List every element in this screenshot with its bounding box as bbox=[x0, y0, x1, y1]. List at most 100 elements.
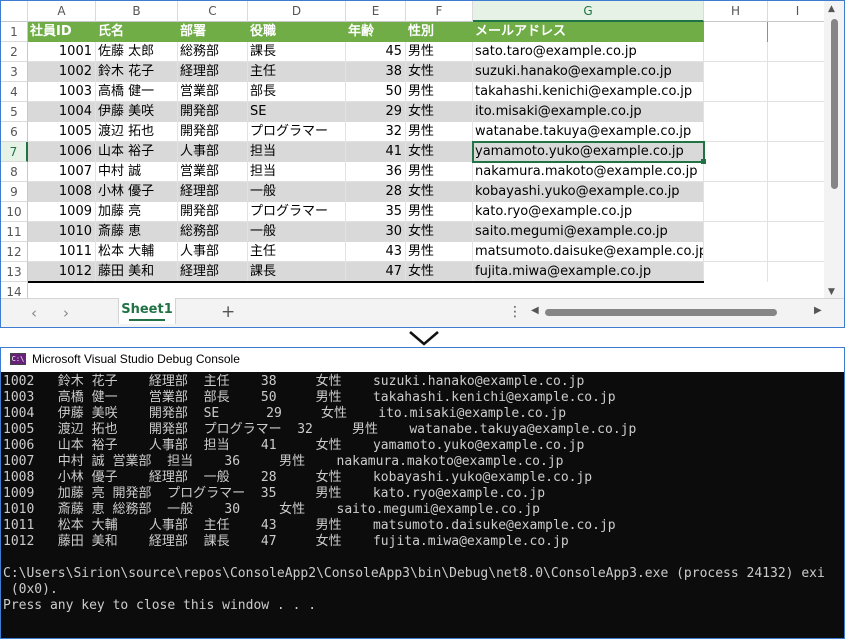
empty-cell[interactable] bbox=[704, 42, 768, 62]
table-cell[interactable]: 47 bbox=[346, 262, 406, 282]
table-cell[interactable]: 総務部 bbox=[178, 222, 248, 242]
empty-cell[interactable] bbox=[768, 122, 828, 142]
table-cell[interactable]: 主任 bbox=[248, 62, 346, 82]
table-cell[interactable]: 女性 bbox=[406, 62, 473, 82]
table-cell[interactable]: 35 bbox=[346, 202, 406, 222]
column-header-e[interactable]: E bbox=[346, 1, 406, 22]
table-cell[interactable]: matsumoto.daisuke@example.co.jp bbox=[473, 242, 704, 262]
row-header-10[interactable]: 10 bbox=[1, 202, 28, 222]
table-cell[interactable]: 課長 bbox=[248, 262, 346, 282]
prev-sheet-icon[interactable]: ‹ bbox=[31, 304, 37, 322]
table-cell[interactable]: 中村 誠 bbox=[96, 162, 178, 182]
table-cell[interactable]: 鈴木 花子 bbox=[96, 62, 178, 82]
table-cell[interactable]: 女性 bbox=[406, 182, 473, 202]
table-cell[interactable]: 営業部 bbox=[178, 162, 248, 182]
empty-cell[interactable] bbox=[704, 262, 768, 282]
table-cell[interactable]: 41 bbox=[346, 142, 406, 162]
table-cell[interactable]: 山本 裕子 bbox=[96, 142, 178, 162]
table-cell[interactable]: 一般 bbox=[248, 182, 346, 202]
empty-cell[interactable] bbox=[704, 182, 768, 202]
empty-cell[interactable] bbox=[704, 222, 768, 242]
column-header-b[interactable]: B bbox=[96, 1, 178, 22]
table-cell[interactable]: 一般 bbox=[248, 222, 346, 242]
table-cell[interactable]: 男性 bbox=[406, 42, 473, 62]
empty-cell[interactable] bbox=[768, 182, 828, 202]
empty-cell[interactable] bbox=[768, 142, 828, 162]
table-cell[interactable]: 斎藤 恵 bbox=[96, 222, 178, 242]
table-cell[interactable]: 女性 bbox=[406, 262, 473, 282]
table-cell[interactable]: 課長 bbox=[248, 42, 346, 62]
column-header-d[interactable]: D bbox=[248, 1, 346, 22]
table-cell[interactable]: 高橋 健一 bbox=[96, 82, 178, 102]
table-cell[interactable]: watanabe.takuya@example.co.jp bbox=[473, 122, 704, 142]
table-cell[interactable]: 男性 bbox=[406, 242, 473, 262]
table-cell[interactable]: 開発部 bbox=[178, 122, 248, 142]
empty-cell[interactable] bbox=[768, 222, 828, 242]
select-all-corner[interactable] bbox=[1, 1, 28, 22]
empty-cell[interactable] bbox=[768, 22, 828, 42]
empty-cell[interactable] bbox=[768, 62, 828, 82]
table-cell[interactable]: 1010 bbox=[28, 222, 96, 242]
table-cell[interactable]: プログラマー bbox=[248, 202, 346, 222]
scroll-down-icon[interactable]: ▼ bbox=[828, 287, 835, 297]
table-cell[interactable]: 1006 bbox=[28, 142, 96, 162]
table-cell[interactable]: suzuki.hanako@example.co.jp bbox=[473, 62, 704, 82]
vertical-scrollbar[interactable]: ▲ ▼ bbox=[824, 1, 844, 301]
empty-cell[interactable] bbox=[704, 122, 768, 142]
horizontal-scroll-thumb[interactable] bbox=[545, 309, 777, 316]
table-cell[interactable]: SE bbox=[248, 102, 346, 122]
table-cell[interactable]: 部長 bbox=[248, 82, 346, 102]
table-cell[interactable]: 松本 大輔 bbox=[96, 242, 178, 262]
header-cell[interactable]: 氏名 bbox=[96, 22, 178, 42]
vertical-scroll-thumb[interactable] bbox=[831, 19, 838, 189]
table-cell[interactable]: プログラマー bbox=[248, 122, 346, 142]
row-header-4[interactable]: 4 bbox=[1, 82, 28, 102]
table-cell[interactable]: 佐藤 太郎 bbox=[96, 42, 178, 62]
row-header-8[interactable]: 8 bbox=[1, 162, 28, 182]
table-cell[interactable]: 藤田 美和 bbox=[96, 262, 178, 282]
table-cell[interactable]: 人事部 bbox=[178, 242, 248, 262]
table-cell[interactable]: 1003 bbox=[28, 82, 96, 102]
empty-cell[interactable] bbox=[704, 62, 768, 82]
table-cell[interactable]: 主任 bbox=[248, 242, 346, 262]
empty-cell[interactable] bbox=[768, 202, 828, 222]
table-cell[interactable]: 1012 bbox=[28, 262, 96, 282]
empty-cell[interactable] bbox=[768, 262, 828, 282]
empty-cell[interactable] bbox=[768, 82, 828, 102]
row-header-3[interactable]: 3 bbox=[1, 62, 28, 82]
empty-cell[interactable] bbox=[704, 242, 768, 262]
table-cell[interactable]: 女性 bbox=[406, 222, 473, 242]
table-cell[interactable]: saito.megumi@example.co.jp bbox=[473, 222, 704, 242]
table-cell[interactable]: 男性 bbox=[406, 82, 473, 102]
empty-cell[interactable] bbox=[704, 102, 768, 122]
row-header-5[interactable]: 5 bbox=[1, 102, 28, 122]
table-cell[interactable]: 人事部 bbox=[178, 142, 248, 162]
table-cell[interactable]: 29 bbox=[346, 102, 406, 122]
horizontal-scrollbar[interactable]: ◀ ▶ bbox=[531, 305, 826, 319]
table-cell[interactable]: 43 bbox=[346, 242, 406, 262]
table-cell[interactable]: yamamoto.yuko@example.co.jp bbox=[473, 142, 704, 162]
table-cell[interactable]: 1001 bbox=[28, 42, 96, 62]
header-cell[interactable]: 年齢 bbox=[346, 22, 406, 42]
table-cell[interactable]: nakamura.makoto@example.co.jp bbox=[473, 162, 704, 182]
table-cell[interactable]: 開発部 bbox=[178, 202, 248, 222]
table-cell[interactable]: 伊藤 美咲 bbox=[96, 102, 178, 122]
table-cell[interactable]: 1008 bbox=[28, 182, 96, 202]
empty-cell[interactable] bbox=[704, 142, 768, 162]
column-header-c[interactable]: C bbox=[178, 1, 248, 22]
table-cell[interactable]: 50 bbox=[346, 82, 406, 102]
table-cell[interactable]: 男性 bbox=[406, 202, 473, 222]
row-header-1[interactable]: 1 bbox=[1, 22, 28, 42]
table-cell[interactable]: 総務部 bbox=[178, 42, 248, 62]
table-cell[interactable]: 36 bbox=[346, 162, 406, 182]
empty-cell[interactable] bbox=[768, 162, 828, 182]
table-cell[interactable]: 1004 bbox=[28, 102, 96, 122]
table-cell[interactable]: 加藤 亮 bbox=[96, 202, 178, 222]
empty-cell[interactable] bbox=[704, 22, 768, 42]
row-header-9[interactable]: 9 bbox=[1, 182, 28, 202]
table-cell[interactable]: takahashi.kenichi@example.co.jp bbox=[473, 82, 704, 102]
row-header-2[interactable]: 2 bbox=[1, 42, 28, 62]
table-cell[interactable]: 1009 bbox=[28, 202, 96, 222]
column-header-a[interactable]: A bbox=[28, 1, 96, 22]
header-cell[interactable]: メールアドレス bbox=[473, 22, 704, 42]
